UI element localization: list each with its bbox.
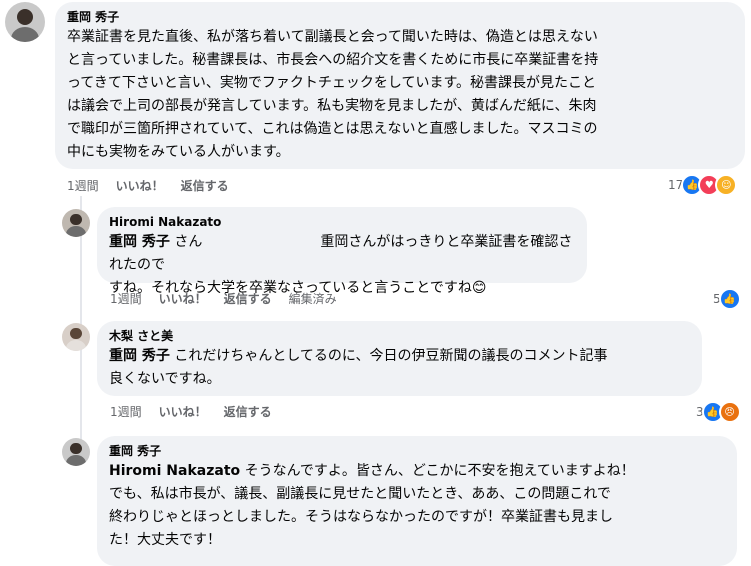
- comment-text: Hiromi Nakazato そうなんですよ。皆さん、どこかに不安を抱えていま…: [109, 460, 725, 552]
- reply-button[interactable]: 返信する: [224, 291, 272, 307]
- edited-label[interactable]: 編集済み: [289, 291, 337, 307]
- comment-actions: 1週間 いいね！ 返信する: [67, 178, 229, 194]
- comment-bubble: 重岡 秀子 卒業証書を見た直後、私が落ち着いて副議長と会って聞いた時は、偽造とは…: [55, 2, 745, 169]
- avatar[interactable]: [62, 438, 90, 466]
- avatar[interactable]: [62, 323, 90, 351]
- comment-author[interactable]: Hiromi Nakazato: [109, 214, 575, 230]
- reaction-summary[interactable]: 17 👍 ♥ ☺: [668, 174, 738, 196]
- comment-text: 卒業証書を見た直後、私が落ち着いて副議長と会って聞いた時は、偽造とは思えない と…: [67, 26, 733, 164]
- reaction-summary[interactable]: 3 👍 😠: [696, 401, 741, 423]
- like-button[interactable]: いいね！: [116, 178, 164, 194]
- comment-actions: 1週間 いいね！ 返信する 編集済み: [110, 291, 337, 307]
- avatar[interactable]: [62, 209, 90, 237]
- comment-actions: 1週間 いいね！ 返信する: [110, 404, 272, 420]
- care-reaction-icon: ☺: [715, 174, 738, 196]
- like-button[interactable]: いいね！: [159, 291, 207, 307]
- mention-link[interactable]: Hiromi Nakazato: [109, 463, 240, 479]
- comment-author[interactable]: 重岡 秀子: [109, 443, 725, 459]
- timestamp[interactable]: 1週間: [110, 404, 142, 420]
- reply-button[interactable]: 返信する: [224, 404, 272, 420]
- comment-text: 重岡 秀子 これだけちゃんとしてるのに、今日の伊豆新聞の議長のコメント記事 良く…: [109, 345, 690, 391]
- reply-button[interactable]: 返信する: [181, 178, 229, 194]
- comment-line: と言っていました。秘書課長は、市長会への紹介文を書くために市長に卒業証書を持: [67, 52, 599, 68]
- like-button[interactable]: いいね！: [159, 404, 207, 420]
- comment-line: これだけちゃんとしてるのに、今日の伊豆新聞の議長のコメント記事: [169, 348, 608, 364]
- comment-line: で職印が三箇所押されていて、これは偽造とは思えないと直感しました。マスコミの: [67, 121, 598, 137]
- like-reaction-icon: 👍: [718, 288, 741, 310]
- comment-author[interactable]: 木梨 さと美: [109, 328, 690, 344]
- comment-line: た！大丈夫です！: [109, 532, 221, 548]
- comment-line: ってきて下さいと言い、実物でファクトチェックをしています。秘書課長が見たこと: [67, 75, 597, 91]
- mention-link[interactable]: 重岡 秀子: [109, 348, 170, 364]
- comment-line: そうなんですよ。皆さん、どこかに不安を抱えていますよね！: [240, 463, 635, 479]
- timestamp[interactable]: 1週間: [110, 291, 142, 307]
- mention-suffix: さん: [169, 234, 203, 250]
- comment-bubble: Hiromi Nakazato 重岡 秀子 さん 重岡さんがはっきりと卒業証書を確…: [97, 207, 587, 296]
- comment-author[interactable]: 重岡 秀子: [67, 9, 733, 25]
- comment-line: 良くないですね。: [109, 371, 221, 387]
- comment-line: 終わりじゃとほっとしました。そうはならなかったのですが！卒業証書も見まし: [109, 509, 613, 525]
- mention-link[interactable]: 重岡 秀子: [109, 234, 170, 250]
- comment-line: でも、私は市長が、議長、副議長に見せたと聞いたとき、ああ、この問題これで: [109, 486, 611, 502]
- reaction-summary[interactable]: 5 👍: [713, 288, 741, 310]
- timestamp[interactable]: 1週間: [67, 178, 99, 194]
- comment-text: 重岡 秀子 さん 重岡さんがはっきりと卒業証書を確認されたので すね。それなら大学…: [109, 231, 575, 300]
- comment-bubble: 重岡 秀子 Hiromi Nakazato そうなんですよ。皆さん、どこかに不安…: [97, 436, 737, 566]
- comment-line: は議会で上司の部長が発言しています。私も実物を見ましたが、黄ばんだ紙に、朱肉: [67, 98, 597, 114]
- angry-reaction-icon: 😠: [718, 401, 741, 423]
- comment-line: 中にも実物をみている人がいます。: [67, 144, 290, 160]
- comment-line: 卒業証書を見た直後、私が落ち着いて副議長と会って聞いた時は、偽造とは思えない: [67, 29, 598, 45]
- avatar[interactable]: [5, 2, 45, 42]
- comment-bubble: 木梨 さと美 重岡 秀子 これだけちゃんとしてるのに、今日の伊豆新聞の議長のコメ…: [97, 321, 702, 396]
